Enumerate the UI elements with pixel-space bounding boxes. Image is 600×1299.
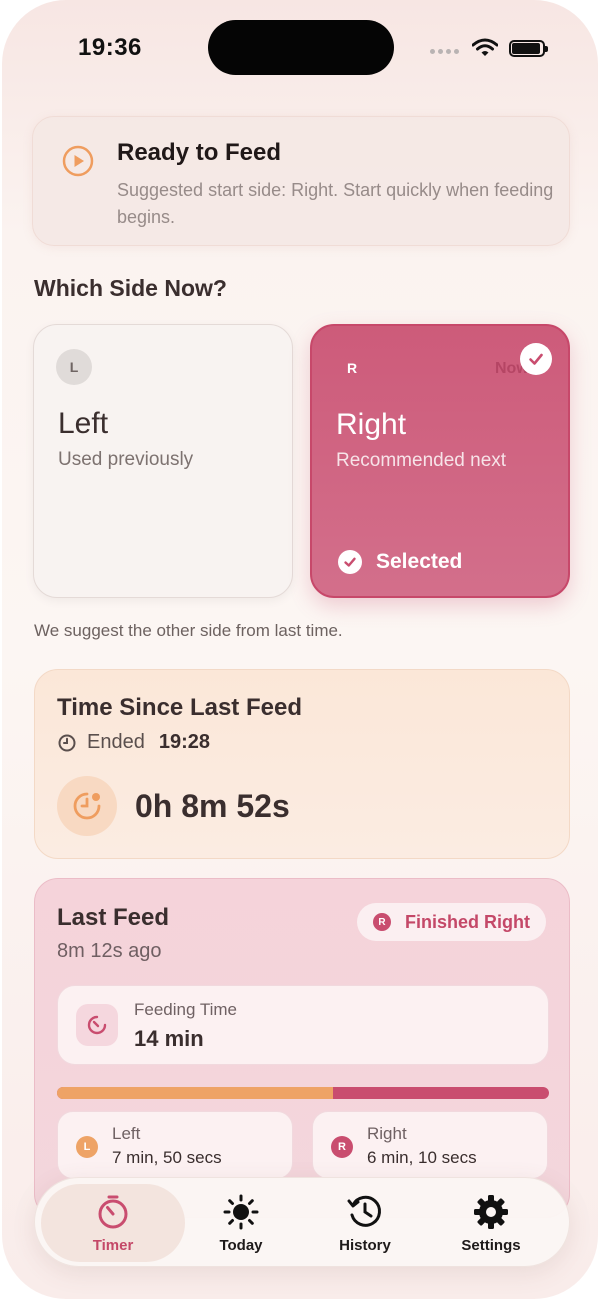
status-time: 19:36	[78, 34, 142, 61]
feeding-time-label: Feeding Time	[134, 1000, 237, 1019]
left-share-fill	[57, 1087, 333, 1099]
gear-icon	[474, 1194, 508, 1229]
left-dot: L	[76, 1136, 98, 1158]
right-duration-label: Right	[367, 1124, 407, 1143]
ended-row: Ended 19:28	[57, 731, 210, 754]
finished-side-label: Finished Right	[405, 911, 530, 932]
finished-side-letter: R	[373, 913, 391, 931]
last-feed-card[interactable]: Last Feed 8m 12s ago R Finished Right Fe…	[34, 878, 570, 1218]
selected-indicator: Selected	[338, 550, 462, 574]
side-hint: We suggest the other side from last time…	[34, 621, 343, 640]
left-duration-label: Left	[112, 1124, 141, 1143]
battery-icon	[509, 40, 548, 57]
app-screen: 19:36 Ready to Feed Suggested start side…	[2, 0, 598, 1299]
tab-timer-label: Timer	[92, 1236, 134, 1254]
tab-today-label: Today	[219, 1236, 263, 1254]
right-letter-badge: R	[346, 360, 358, 376]
stopwatch-icon	[76, 1004, 118, 1046]
ready-description: Suggested start side: Right. Start quick…	[117, 180, 554, 227]
right-duration-value: 6 min, 10 secs	[367, 1148, 477, 1167]
timer-icon	[98, 1195, 128, 1228]
tab-history-label: History	[339, 1236, 391, 1254]
time-since-title: Time Since Last Feed	[57, 694, 302, 721]
tab-timer[interactable]: Timer	[41, 1184, 185, 1262]
selected-label: Selected	[376, 550, 463, 573]
check-icon	[520, 343, 552, 375]
right-dot: R	[331, 1136, 353, 1158]
left-duration-box: L Left 7 min, 50 secs	[57, 1111, 293, 1179]
history-icon	[347, 1195, 381, 1227]
last-feed-title: Last Feed	[57, 904, 170, 931]
selected-check-icon	[338, 550, 362, 574]
wifi-icon	[472, 38, 498, 56]
sun-icon	[223, 1194, 259, 1229]
right-side-name: Right	[336, 408, 407, 441]
finished-side-badge: R Finished Right	[357, 903, 546, 941]
left-side-name: Left	[58, 407, 109, 440]
tab-settings[interactable]: Settings	[429, 1184, 553, 1262]
left-side-card[interactable]: L Left Used previously	[33, 324, 293, 598]
ended-time: 19:28	[158, 731, 210, 753]
side-section-title: Which Side Now?	[34, 275, 227, 301]
right-duration-box: R Right 6 min, 10 secs	[312, 1111, 548, 1179]
timer-alert-icon	[57, 776, 117, 836]
last-feed-ago: 8m 12s ago	[57, 940, 162, 962]
elapsed-time-value: 0h 8m 52s	[135, 788, 290, 824]
tab-settings-label: Settings	[461, 1236, 521, 1254]
clock-icon	[58, 734, 76, 751]
cellular-signal-icon	[430, 49, 459, 54]
feeding-time-box: Feeding Time 14 min	[57, 985, 549, 1065]
ended-label: Ended	[87, 731, 145, 753]
ready-to-feed-banner[interactable]: Ready to Feed Suggested start side: Righ…	[32, 116, 570, 246]
dynamic-island	[208, 20, 394, 75]
tab-history[interactable]: History	[303, 1184, 427, 1262]
left-letter-badge: L	[56, 349, 92, 385]
left-duration-value: 7 min, 50 secs	[112, 1148, 222, 1167]
feeding-time-value: 14 min	[134, 1026, 204, 1051]
ready-title: Ready to Feed	[117, 139, 282, 166]
time-since-card: Time Since Last Feed Ended 19:28 0h 8m 5…	[34, 669, 570, 859]
right-side-card[interactable]: R Now Right Recommended next Selected	[310, 324, 570, 598]
right-side-subtitle: Recommended next	[336, 450, 507, 471]
left-side-subtitle: Used previously	[58, 449, 194, 470]
tab-today[interactable]: Today	[179, 1184, 303, 1262]
tab-bar: Timer Today History Settings	[34, 1177, 570, 1267]
play-circle-icon	[62, 145, 94, 177]
side-split-bar	[57, 1087, 549, 1099]
